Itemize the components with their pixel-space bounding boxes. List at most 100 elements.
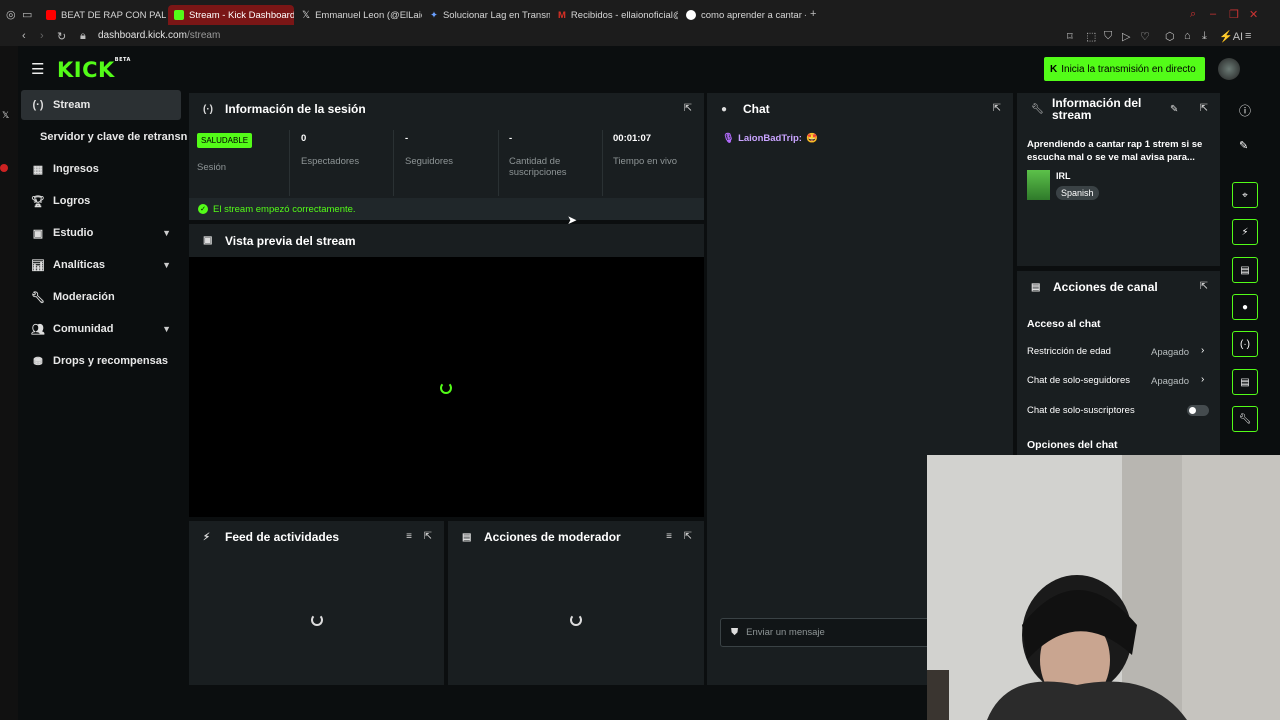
close-icon[interactable]: ✕: [1249, 8, 1258, 21]
loading-spinner-icon: [570, 614, 582, 626]
stat-seguidores: - Seguidores: [405, 133, 497, 167]
tab-label: Recibidos - ellaionoficial@: [570, 9, 678, 21]
hamburger-menu-icon[interactable]: ☰: [31, 60, 44, 78]
panel-title: Acciones de moderador: [484, 530, 621, 544]
studio-icon: ▣: [32, 227, 44, 240]
stat-label: Espectadores: [301, 156, 360, 167]
ai-button[interactable]: ⚡AI: [1219, 30, 1243, 43]
filter-icon[interactable]: ≡: [666, 531, 672, 542]
filter-icon[interactable]: ≡: [406, 531, 412, 542]
chevron-down-icon: ▼: [162, 228, 171, 238]
profile-icon[interactable]: ◎: [6, 8, 16, 21]
sidebar-item-drops[interactable]: ⛃ Drops y recompensas: [21, 346, 181, 376]
tab-label: Solucionar Lag en Transm: [442, 9, 550, 21]
wrench-icon[interactable]: 🔧︎: [1232, 406, 1258, 432]
sidebar-item-estudio[interactable]: ▣ Estudio ▼: [21, 218, 181, 248]
forward-icon[interactable]: ›: [40, 30, 44, 42]
tab-youtube[interactable]: BEAT DE RAP CON PALABR: [40, 5, 166, 25]
stat-label: Cantidad de suscripciones: [509, 156, 567, 178]
tab-label: Emmanuel Leon (@ElLaion: [315, 9, 422, 21]
section-title: Opciones del chat: [1027, 439, 1118, 451]
tab-label: Stream - Kick Dashboard: [189, 9, 294, 21]
chat-message: 🎙︎ LaionBadTrip: 🤩: [722, 133, 818, 144]
shield-icon[interactable]: ⛉: [1104, 30, 1112, 43]
sidebar-item-moderacion[interactable]: 🔧︎ Moderación: [21, 282, 181, 312]
chevron-right-icon[interactable]: ›: [1201, 345, 1204, 356]
lightning-icon[interactable]: ⚡︎: [1232, 219, 1258, 245]
sidebar-item-label: Drops y recompensas: [53, 355, 168, 367]
reload-icon[interactable]: ↻: [57, 30, 66, 43]
panel-title: Acciones de canal: [1053, 280, 1158, 294]
stream-preview-panel: ▣ Vista previa del stream: [189, 224, 704, 517]
browser-side-strip: 𝕏: [0, 46, 18, 720]
category-thumbnail[interactable]: [1027, 170, 1050, 200]
divider: [393, 130, 394, 196]
tab-gmail[interactable]: M Recibidos - ellaionoficial@: [552, 5, 678, 25]
play-icon[interactable]: ▷: [1122, 30, 1130, 43]
chat-bubble-icon[interactable]: ●: [1232, 294, 1258, 320]
stat-tiempo: 00:01:07 Tiempo en vivo: [613, 133, 703, 167]
avatar[interactable]: [1218, 58, 1240, 80]
age-restriction-value[interactable]: Apagado: [1151, 347, 1189, 358]
go-live-button[interactable]: K Inicia la transmisión en directo: [1044, 57, 1205, 81]
sidebar-item-server-key[interactable]: Servidor y clave de retransn: [40, 122, 190, 152]
chat-emote: 🤩: [805, 133, 818, 144]
back-icon[interactable]: ‹: [22, 30, 26, 42]
edit-icon[interactable]: ✎: [1239, 139, 1248, 152]
gmail-icon: M: [558, 9, 566, 21]
tab-gemini[interactable]: ✦ Solucionar Lag en Transm: [424, 5, 550, 25]
edit-icon[interactable]: ✎: [1170, 104, 1178, 115]
stat-label: Sesión: [197, 162, 227, 173]
broadcast-icon: (·): [32, 99, 44, 111]
popout-icon[interactable]: ⇱: [424, 531, 432, 542]
sidebar-item-ingresos[interactable]: ▦ Ingresos: [21, 154, 181, 184]
sidebar-item-comunidad[interactable]: 👥︎ Comunidad ▼: [21, 314, 181, 344]
google-icon: [686, 10, 696, 20]
wallet-icon[interactable]: ⌂: [1184, 30, 1191, 42]
sidebar-item-label: Ingresos: [53, 163, 99, 175]
minimize-icon[interactable]: –: [1210, 8, 1216, 20]
maximize-icon[interactable]: ❐: [1229, 8, 1239, 21]
stream-preview-header: ▣ Vista previa del stream: [189, 224, 704, 257]
clipboard-icon: ▤: [462, 531, 472, 543]
cursor-icon: ➤: [567, 213, 578, 227]
sidebar-item-stream[interactable]: (·) Stream: [21, 90, 181, 120]
chat-username[interactable]: LaionBadTrip:: [738, 133, 802, 144]
new-tab-icon[interactable]: +: [810, 8, 816, 20]
popout-icon[interactable]: ⇱: [684, 103, 692, 114]
search-icon[interactable]: ⌕: [1190, 8, 1196, 21]
loading-spinner-icon: [440, 382, 452, 394]
popout-icon[interactable]: ⇱: [993, 103, 1001, 114]
tab-google[interactable]: como aprender a cantar - E: [680, 5, 806, 25]
clipboard-icon[interactable]: ▤: [1232, 257, 1258, 283]
sidebar-item-logros[interactable]: 🏆︎ Logros: [21, 186, 181, 216]
bookmark-icon[interactable]: ⌑: [1067, 30, 1073, 43]
info-icon[interactable]: ⓘ: [1239, 102, 1251, 119]
sparkle-icon: ✦: [430, 9, 438, 21]
tools-icon[interactable]: ▤: [1232, 369, 1258, 395]
kick-logo[interactable]: KICKBETA: [57, 57, 131, 82]
stat-value: 0: [301, 133, 307, 144]
focus-icon[interactable]: ⌖: [1232, 182, 1258, 208]
x-icon[interactable]: 𝕏: [2, 110, 9, 121]
screenshot-icon[interactable]: ⬚: [1086, 30, 1096, 43]
sidebar-item-analiticas[interactable]: 📊︎ Analíticas ▼: [21, 250, 181, 280]
broadcast-icon[interactable]: (·): [1232, 331, 1258, 357]
extensions-icon[interactable]: ⬡: [1165, 30, 1175, 43]
menu-icon[interactable]: ≡: [1245, 30, 1251, 42]
popout-icon[interactable]: ⇱: [1200, 103, 1208, 114]
divider: [602, 130, 603, 196]
heart-icon[interactable]: ♡: [1140, 30, 1150, 43]
tab-kick-dashboard[interactable]: Stream - Kick Dashboard: [168, 5, 294, 25]
chevron-right-icon[interactable]: ›: [1201, 374, 1204, 385]
divider: [289, 130, 290, 196]
followers-only-value[interactable]: Apagado: [1151, 376, 1189, 387]
popout-icon[interactable]: ⇱: [684, 531, 692, 542]
subscribers-only-toggle[interactable]: [1187, 405, 1209, 416]
window-icon[interactable]: ▭: [22, 8, 32, 21]
drops-icon: ⛃: [33, 355, 43, 368]
tab-x[interactable]: 𝕏 Emmanuel Leon (@ElLaion: [296, 5, 422, 25]
popout-icon[interactable]: ⇱: [1200, 281, 1208, 292]
download-icon[interactable]: ⤓: [1202, 30, 1207, 43]
url-field[interactable]: dashboard.kick.com/stream: [98, 30, 220, 41]
